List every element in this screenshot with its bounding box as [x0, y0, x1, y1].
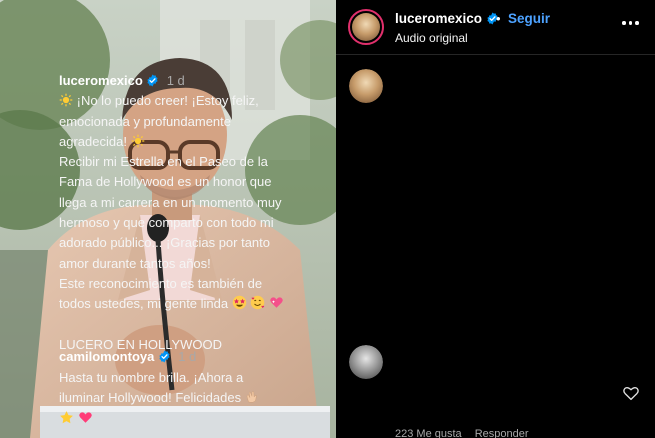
post-header: luceromexico • Seguir Audio original [336, 0, 655, 55]
caption-line: Este reconocimiento es también de [59, 275, 263, 291]
more-options-button[interactable] [622, 16, 642, 30]
comment: camilomontoya 1 d Hasta tu nombre brilla… [59, 347, 289, 429]
caption-line: todos ustedes, mi gente linda [59, 296, 229, 312]
reply-button[interactable]: Responder [475, 428, 529, 438]
caption-author-avatar[interactable] [349, 69, 383, 103]
comment-meta: 223 Me gusta Responder [395, 428, 539, 438]
caption-line: hermoso y que comparto con todo mi [59, 215, 274, 231]
pink-heart-emoji-icon [78, 411, 92, 423]
caption-line: Fama de Hollywood es un honor que [59, 174, 272, 190]
caption-line: adorado público... ¡Gracias por tanto [59, 235, 271, 251]
caption-line: llega a mi carrera en un momento muy [59, 194, 282, 210]
commenter-avatar[interactable] [349, 345, 383, 379]
comment-line: iluminar Hollywood! Felicidades [59, 390, 242, 405]
verified-badge-icon [159, 350, 170, 363]
header-separator: • [496, 11, 501, 26]
commenter-avatar-image [349, 345, 383, 379]
comment-timestamp[interactable]: 1 d [178, 349, 196, 364]
comment-line: Hasta tu nombre brilla. ¡Ahora a [59, 369, 244, 385]
author-username-link[interactable]: luceromexico [395, 11, 499, 26]
sun-emoji-icon [131, 134, 144, 148]
comment-likes-count[interactable]: 223 Me gusta [395, 428, 462, 438]
comment-username[interactable]: camilomontoya [59, 349, 154, 364]
author-avatar-image [352, 13, 380, 41]
caption-line: Recibir mi Estrella en el Paseo de la [59, 154, 268, 170]
sun-emoji-icon [59, 93, 73, 107]
caption-line: emocionada y profundamente [59, 113, 232, 129]
sparkling-heart-emoji-icon [270, 297, 283, 309]
caption-line: agradecida! [59, 133, 127, 149]
clapping-hands-emoji-icon [246, 391, 257, 403]
star-emoji-icon [60, 410, 73, 423]
smiling-face-with-hearts-emoji-icon [251, 296, 265, 310]
post-side-panel: luceromexico • Seguir Audio original [336, 0, 655, 438]
follow-button[interactable]: Seguir [508, 11, 550, 26]
audio-label[interactable]: Audio original [395, 31, 468, 45]
post-caption: luceromexico 1 d ¡No lo puedo creer! ¡Es… [59, 71, 317, 355]
caption-line: amor durante tantos años! [59, 255, 211, 271]
author-username: luceromexico [395, 11, 483, 26]
caption-line: ¡No lo puedo creer! ¡Estoy feliz, [76, 93, 259, 109]
verified-badge-icon [147, 74, 159, 87]
more-horizontal-icon [622, 21, 626, 25]
caption-author-avatar-image [349, 69, 383, 103]
author-avatar[interactable] [348, 9, 384, 45]
like-comment-heart-icon[interactable] [622, 384, 640, 402]
caption-timestamp[interactable]: 1 d [167, 73, 185, 88]
caption-username[interactable]: luceromexico [59, 73, 143, 88]
star-struck-emoji-icon [232, 296, 246, 310]
